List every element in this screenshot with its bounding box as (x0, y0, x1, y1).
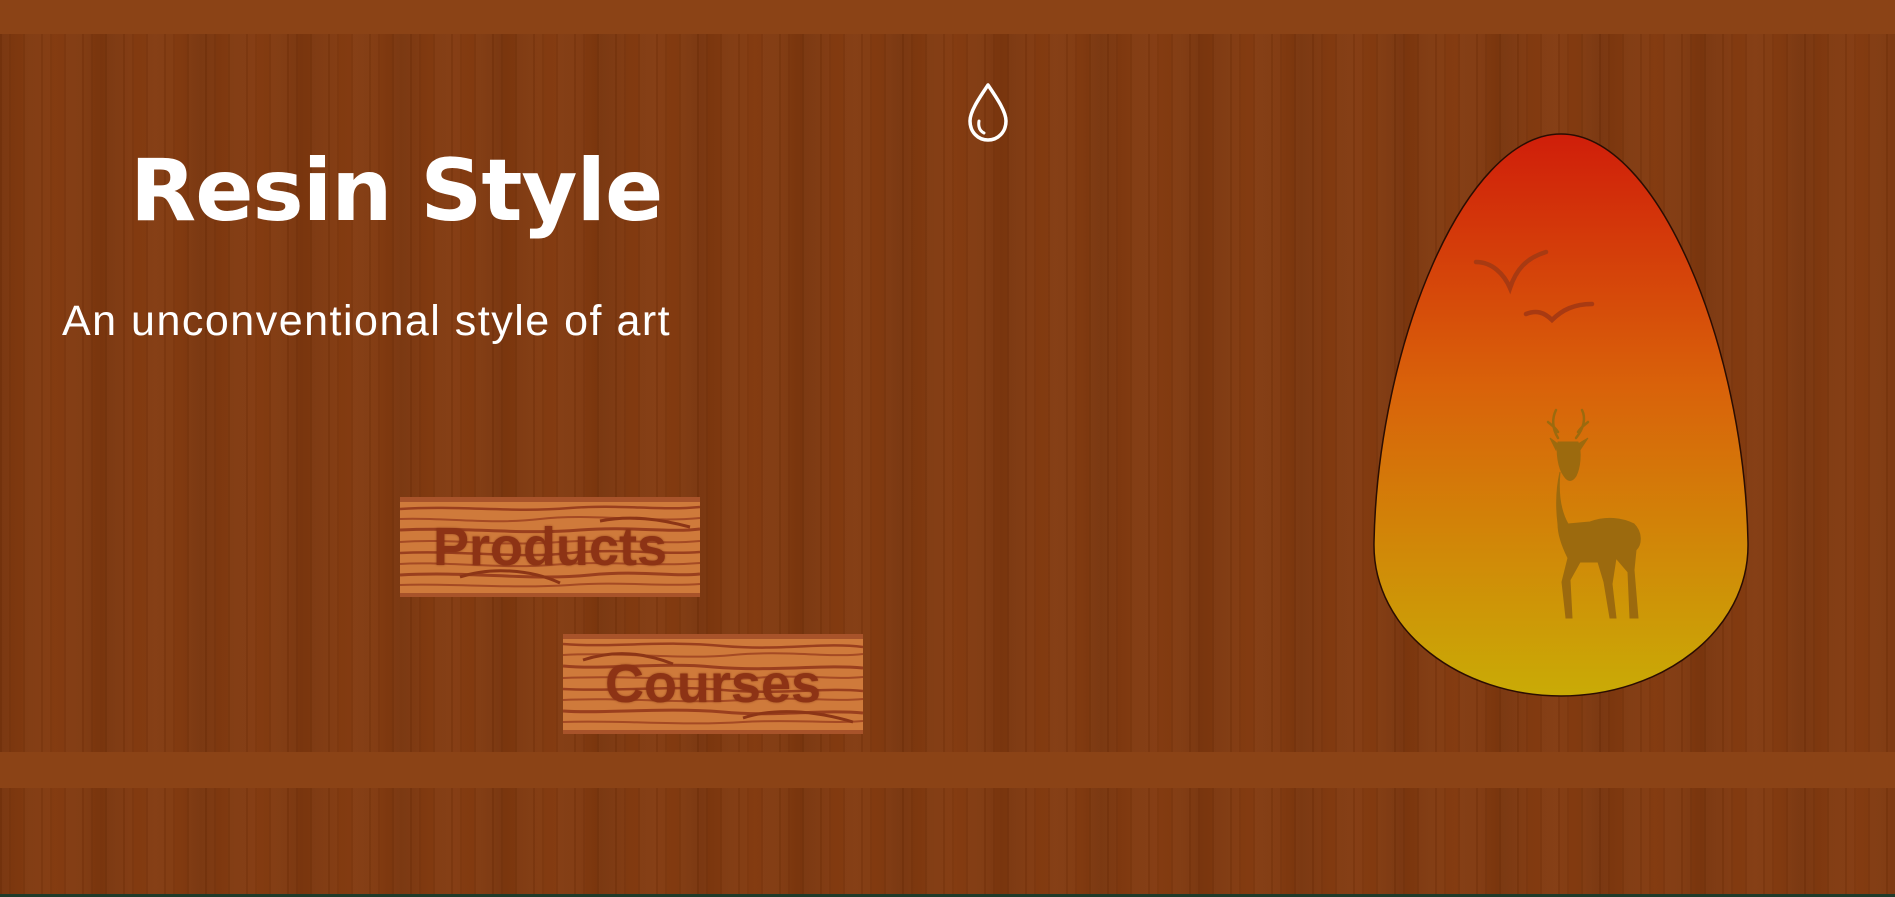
resin-drop-icon (968, 83, 1008, 142)
products-button-label: Products (432, 517, 668, 577)
courses-button-label: Courses (604, 654, 822, 714)
site-title: Resin Style (130, 141, 663, 241)
products-button[interactable]: Products (400, 497, 700, 597)
courses-button[interactable]: Courses (563, 634, 863, 734)
bottom-shelf (0, 752, 1895, 788)
top-shelf (0, 0, 1895, 34)
resin-egg-art (1373, 133, 1749, 697)
site-tagline: An unconventional style of art (62, 297, 672, 345)
